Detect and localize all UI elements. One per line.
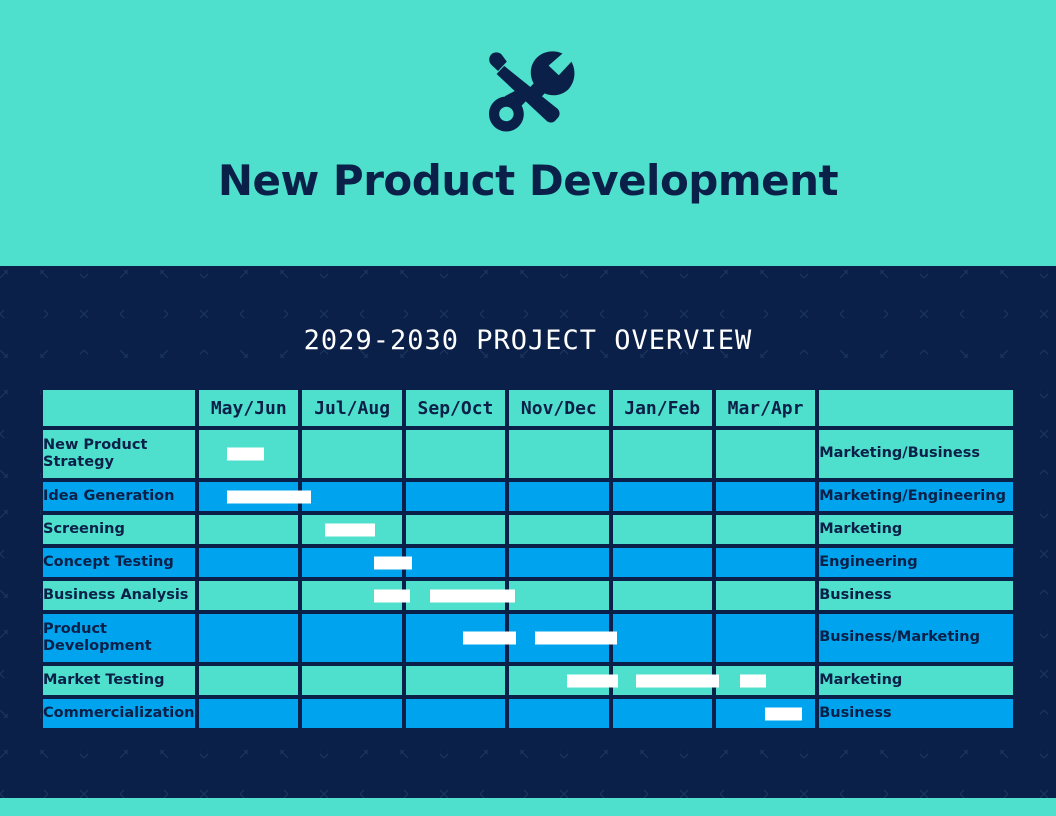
timeline-cell-may-jun xyxy=(197,480,301,513)
timeline-cell-nov-dec xyxy=(507,697,611,730)
task-owner: Marketing/Business xyxy=(817,428,1015,480)
timeline-cell-may-jun xyxy=(197,697,301,730)
timeline-cell-may-jun xyxy=(197,513,301,546)
timeline-cell-nov-dec xyxy=(507,612,611,664)
task-owner: Business xyxy=(817,697,1015,730)
table-row: Screening Marketing xyxy=(41,513,1015,546)
timeline-cell-mar-apr xyxy=(713,513,818,546)
header-cell-jan-feb: Jan/Feb xyxy=(610,388,714,428)
poster-header: New Product Development xyxy=(0,0,1056,266)
table-row: Market Testing Marketing xyxy=(41,664,1015,697)
timeline-cell-jan-feb xyxy=(610,513,714,546)
timeline-cell-jul-aug xyxy=(300,480,404,513)
timeline-cell-jul-aug xyxy=(300,664,404,697)
header-cell-owner xyxy=(817,388,1015,428)
task-label: Idea Generation xyxy=(41,480,198,513)
timeline-cell-sep-oct xyxy=(403,480,508,513)
gantt-body: New Product Strategy Marketing/Business Id… xyxy=(41,428,1015,730)
task-owner: Marketing xyxy=(817,513,1015,546)
timeline-cell-mar-apr xyxy=(713,546,818,579)
timeline-cell-jul-aug xyxy=(300,546,404,579)
timeline-cell-may-jun xyxy=(197,579,301,612)
task-owner: Marketing/Engineering xyxy=(817,480,1015,513)
timeline-cell-may-jun xyxy=(197,612,301,664)
timeline-cell-jan-feb xyxy=(610,428,714,480)
table-header-row: May/Jun Jul/Aug Sep/Oct Nov/Dec Jan/Feb … xyxy=(41,388,1015,428)
timeline-cell-nov-dec xyxy=(507,428,611,480)
task-label: Market Testing xyxy=(41,664,198,697)
table-row: New Product Strategy Marketing/Business xyxy=(41,428,1015,480)
task-label: Product Development xyxy=(41,612,198,664)
table-row: Business Analysis Business xyxy=(41,579,1015,612)
timeline-cell-mar-apr xyxy=(713,579,818,612)
task-label: Screening xyxy=(41,513,198,546)
timeline-cell-mar-apr xyxy=(713,480,818,513)
timeline-cell-sep-oct xyxy=(403,612,508,664)
timeline-cell-mar-apr xyxy=(713,428,818,480)
timeline-cell-mar-apr xyxy=(713,664,818,697)
header-cell-nov-dec: Nov/Dec xyxy=(507,388,611,428)
timeline-cell-nov-dec xyxy=(507,546,611,579)
timeline-cell-may-jun xyxy=(197,664,301,697)
timeline-cell-sep-oct xyxy=(403,546,508,579)
table-row: Product Development Business/Marketing xyxy=(41,612,1015,664)
task-owner: Marketing xyxy=(817,664,1015,697)
poster-root: New Product Development 2029-2030 PROJEC… xyxy=(0,0,1056,816)
timeline-cell-nov-dec xyxy=(507,480,611,513)
timeline-cell-jan-feb xyxy=(610,579,714,612)
timeline-cell-jul-aug xyxy=(300,428,404,480)
timeline-cell-mar-apr xyxy=(713,612,818,664)
timeline-cell-nov-dec xyxy=(507,664,611,697)
timeline-cell-sep-oct xyxy=(403,579,508,612)
task-label: Business Analysis xyxy=(41,579,198,612)
timeline-cell-sep-oct xyxy=(403,697,508,730)
gantt-table: May/Jun Jul/Aug Sep/Oct Nov/Dec Jan/Feb … xyxy=(41,388,1015,730)
timeline-cell-may-jun xyxy=(197,546,301,579)
footer-bar xyxy=(0,798,1056,816)
timeline-cell-jul-aug xyxy=(300,579,404,612)
task-label: New Product Strategy xyxy=(41,428,198,480)
task-owner: Engineering xyxy=(817,546,1015,579)
task-label: Concept Testing xyxy=(41,546,198,579)
screwdriver-wrench-icon xyxy=(473,46,583,138)
task-owner: Business xyxy=(817,579,1015,612)
task-owner: Business/Marketing xyxy=(817,612,1015,664)
page-title: New Product Development xyxy=(217,156,839,205)
table-row: Commercialization Business xyxy=(41,697,1015,730)
timeline-cell-mar-apr xyxy=(713,697,818,730)
timeline-cell-jul-aug xyxy=(300,697,404,730)
timeline-cell-sep-oct xyxy=(403,428,508,480)
timeline-cell-sep-oct xyxy=(403,664,508,697)
timeline-cell-jan-feb xyxy=(610,546,714,579)
task-label: Commercialization xyxy=(41,697,198,730)
timeline-cell-jan-feb xyxy=(610,697,714,730)
table-row: Idea Generation Marketing/Engineering xyxy=(41,480,1015,513)
header-cell-jul-aug: Jul/Aug xyxy=(300,388,404,428)
header-cell-mar-apr: Mar/Apr xyxy=(713,388,818,428)
timeline-cell-nov-dec xyxy=(507,579,611,612)
section-title: 2029-2030 PROJECT OVERVIEW xyxy=(303,325,753,356)
timeline-cell-jul-aug xyxy=(300,612,404,664)
timeline-cell-jul-aug xyxy=(300,513,404,546)
timeline-cell-jan-feb xyxy=(610,664,714,697)
timeline-cell-jan-feb xyxy=(610,480,714,513)
timeline-cell-nov-dec xyxy=(507,513,611,546)
header-cell-may-jun: May/Jun xyxy=(197,388,301,428)
header-cell-sep-oct: Sep/Oct xyxy=(403,388,508,428)
timeline-cell-sep-oct xyxy=(403,513,508,546)
table-row: Concept Testing Engineering xyxy=(41,546,1015,579)
header-cell-task xyxy=(41,388,198,428)
timeline-cell-jan-feb xyxy=(610,612,714,664)
timeline-cell-may-jun xyxy=(197,428,301,480)
